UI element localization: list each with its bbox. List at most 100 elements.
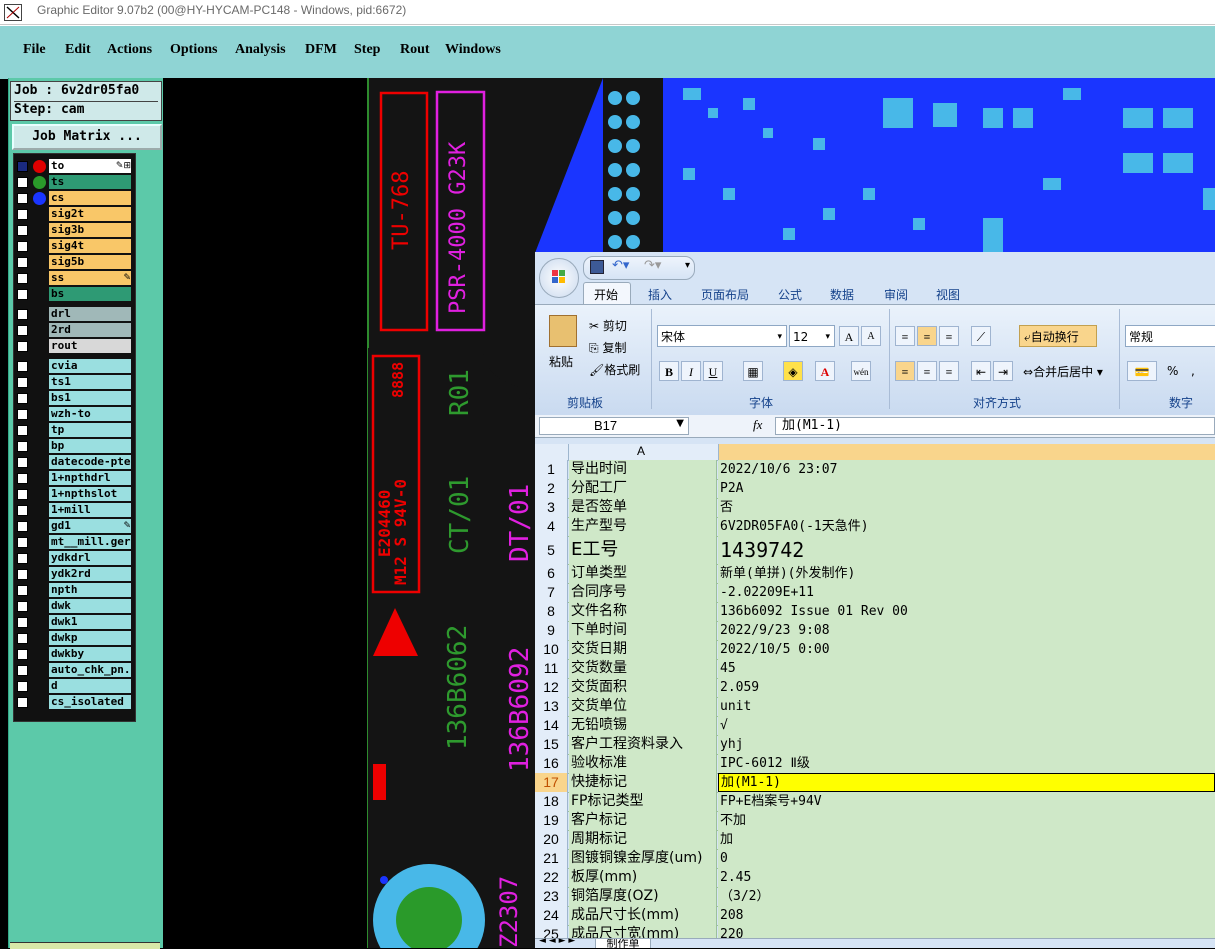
- bold-button[interactable]: B: [659, 361, 679, 381]
- layer-row[interactable]: cs_isolated: [14, 695, 133, 710]
- cell-label[interactable]: FP标记类型: [569, 792, 717, 811]
- layer-checkbox[interactable]: [17, 325, 28, 336]
- layer-row[interactable]: gd1 ✎: [14, 519, 133, 534]
- cell-value[interactable]: 否: [718, 498, 1215, 517]
- cell-label[interactable]: 周期标记: [569, 830, 717, 849]
- tab-page-layout[interactable]: 页面布局: [701, 286, 749, 303]
- layer-checkbox[interactable]: [17, 601, 28, 612]
- paste-button[interactable]: 粘贴: [549, 353, 573, 370]
- comma-button[interactable]: ,: [1191, 364, 1195, 378]
- name-box[interactable]: B17 ▼: [539, 417, 689, 435]
- layer-checkbox[interactable]: [17, 409, 28, 420]
- cell-label[interactable]: 板厚(mm): [569, 868, 717, 887]
- layer-row[interactable]: dwkby: [14, 647, 133, 662]
- cell-label[interactable]: 分配工厂: [569, 479, 717, 498]
- border-icon[interactable]: ▦: [743, 361, 763, 381]
- layer-checkbox[interactable]: [17, 425, 28, 436]
- row-number[interactable]: 22: [535, 868, 568, 887]
- tab-insert[interactable]: 插入: [648, 286, 672, 303]
- layer-row[interactable]: sig3b: [14, 223, 133, 238]
- italic-button[interactable]: I: [681, 361, 701, 381]
- menu-edit[interactable]: Edit: [65, 42, 91, 58]
- tab-home[interactable]: 开始: [594, 286, 618, 303]
- cell-value[interactable]: P2A: [718, 479, 1215, 498]
- increase-indent-icon[interactable]: ⇥: [993, 361, 1013, 381]
- cell-value[interactable]: 加(M1-1): [718, 773, 1215, 792]
- percent-button[interactable]: %: [1167, 364, 1178, 378]
- row-number[interactable]: 15: [535, 735, 568, 754]
- layer-row[interactable]: ydk2rd: [14, 567, 133, 582]
- layer-checkbox[interactable]: [17, 177, 28, 188]
- align-left-icon[interactable]: ≡: [895, 361, 915, 381]
- layer-checkbox[interactable]: [17, 489, 28, 500]
- layer-row[interactable]: bs1: [14, 391, 133, 406]
- layer-checkbox[interactable]: [17, 585, 28, 596]
- layer-checkbox[interactable]: [17, 633, 28, 644]
- menu-windows[interactable]: Windows: [445, 42, 501, 58]
- menu-step[interactable]: Step: [354, 42, 380, 58]
- cell-value[interactable]: yhj: [718, 735, 1215, 754]
- layer-checkbox[interactable]: [17, 377, 28, 388]
- cell-label[interactable]: 订单类型: [569, 564, 717, 583]
- cell-label[interactable]: 交货面积: [569, 678, 717, 697]
- cell-label[interactable]: E工号: [569, 536, 717, 564]
- layer-row[interactable]: rout: [14, 339, 133, 354]
- layer-checkbox[interactable]: [17, 553, 28, 564]
- layer-checkbox[interactable]: [17, 241, 28, 252]
- layer-row[interactable]: to ✎⊞: [14, 159, 133, 174]
- layer-row[interactable]: ydkdrl: [14, 551, 133, 566]
- cell-label[interactable]: 验收标准: [569, 754, 717, 773]
- font-name-select[interactable]: 宋体 ▾: [657, 325, 787, 347]
- row-number[interactable]: 9: [535, 621, 568, 640]
- font-color-icon[interactable]: A: [815, 361, 835, 381]
- row-number[interactable]: 13: [535, 697, 568, 716]
- row-number[interactable]: 6: [535, 564, 568, 583]
- layer-checkbox[interactable]: [17, 457, 28, 468]
- row-number[interactable]: 7: [535, 583, 568, 602]
- layer-checkbox[interactable]: [17, 161, 28, 172]
- wrap-text-button[interactable]: ⤶自动换行: [1019, 325, 1097, 347]
- cell-label[interactable]: 合同序号: [569, 583, 717, 602]
- column-a-header[interactable]: A: [637, 444, 645, 458]
- layer-checkbox[interactable]: [17, 441, 28, 452]
- select-all-corner[interactable]: [535, 444, 569, 460]
- layer-checkbox[interactable]: [17, 361, 28, 372]
- layer-checkbox[interactable]: [17, 537, 28, 548]
- layer-row[interactable]: 2rd: [14, 323, 133, 338]
- layer-row[interactable]: datecode-pte: [14, 455, 133, 470]
- layer-row[interactable]: wzh-to: [14, 407, 133, 422]
- layer-checkbox[interactable]: [17, 649, 28, 660]
- cell-value[interactable]: 208: [718, 906, 1215, 925]
- layer-row[interactable]: dwk: [14, 599, 133, 614]
- cell-label[interactable]: 交货日期: [569, 640, 717, 659]
- tab-view[interactable]: 视图: [936, 286, 960, 303]
- layer-row[interactable]: 1+npthslot: [14, 487, 133, 502]
- cell-value[interactable]: 2022/10/6 23:07: [718, 460, 1215, 479]
- menu-analysis[interactable]: Analysis: [235, 42, 286, 58]
- layer-row[interactable]: 1+mill: [14, 503, 133, 518]
- layer-checkbox[interactable]: [17, 617, 28, 628]
- layer-row[interactable]: tp: [14, 423, 133, 438]
- row-number[interactable]: 2: [535, 479, 568, 498]
- cell-value[interactable]: 2.45: [718, 868, 1215, 887]
- column-b-header[interactable]: [718, 444, 1215, 460]
- underline-button[interactable]: U: [703, 361, 723, 381]
- menu-file[interactable]: File: [23, 42, 46, 58]
- function-icon[interactable]: fx: [753, 417, 762, 433]
- layer-checkbox[interactable]: [17, 209, 28, 220]
- fill-color-icon[interactable]: ◈: [783, 361, 803, 381]
- align-top-icon[interactable]: ≡: [895, 326, 915, 346]
- cell-label[interactable]: 快捷标记: [569, 773, 717, 792]
- row-number[interactable]: 19: [535, 811, 568, 830]
- tab-review[interactable]: 审阅: [884, 286, 908, 303]
- cell-label[interactable]: 图镀铜镍金厚度(um): [569, 849, 717, 868]
- layer-checkbox[interactable]: [17, 273, 28, 284]
- row-number[interactable]: 17: [535, 773, 568, 792]
- layer-row[interactable]: bp: [14, 439, 133, 454]
- row-number[interactable]: 8: [535, 602, 568, 621]
- row-number[interactable]: 24: [535, 906, 568, 925]
- layer-row[interactable]: mt__mill.ger: [14, 535, 133, 550]
- layer-row[interactable]: cs: [14, 191, 133, 206]
- row-number[interactable]: 20: [535, 830, 568, 849]
- row-number[interactable]: 16: [535, 754, 568, 773]
